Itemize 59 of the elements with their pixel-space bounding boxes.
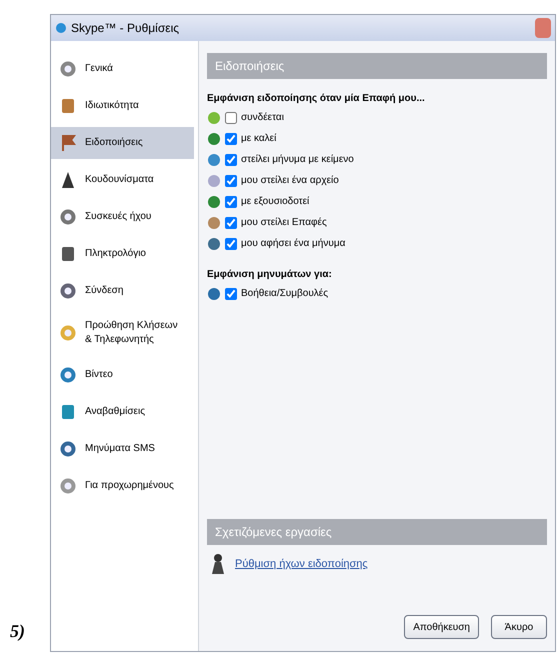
dialog-button[interactable]: Άκυρο bbox=[491, 615, 547, 639]
sidebar-item[interactable]: Κουδουνίσματα bbox=[51, 164, 194, 196]
skype-icon bbox=[55, 22, 67, 34]
status-icon bbox=[207, 174, 221, 188]
section-heading: Εμφάνιση ειδοποίησης όταν μία Επαφή μου... bbox=[207, 92, 426, 106]
circle-icon bbox=[59, 60, 77, 78]
section-heading: Εμφάνιση μηνυμάτων για: bbox=[207, 268, 333, 282]
square-icon bbox=[59, 245, 77, 263]
status-icon bbox=[207, 194, 221, 208]
square-icon bbox=[59, 97, 77, 115]
checkbox-label: συνδέεται bbox=[241, 111, 284, 125]
sidebar-item[interactable]: Πληκτρολόγιο bbox=[51, 238, 194, 270]
checkbox-label: με εξουσιοδοτεί bbox=[241, 195, 310, 209]
close-button[interactable] bbox=[535, 18, 551, 38]
checkbox[interactable] bbox=[225, 174, 237, 186]
sidebar-item[interactable]: Προώθηση Κλήσεων & Τηλεφωνητής bbox=[51, 312, 194, 354]
status-icon bbox=[207, 132, 221, 146]
settings-link[interactable]: Ρύθμιση ήχων ειδοποίησης bbox=[235, 556, 368, 572]
checkbox[interactable] bbox=[225, 132, 237, 144]
checkbox[interactable] bbox=[225, 238, 237, 250]
sidebar-item[interactable]: Σύνδεση bbox=[51, 275, 194, 307]
status-icon bbox=[207, 152, 221, 166]
checkbox-label: Βοήθεια/Συμβουλές bbox=[241, 287, 328, 301]
circle-icon bbox=[59, 440, 77, 458]
dialog-button[interactable]: Αποθήκευση bbox=[404, 615, 479, 639]
sidebar-item[interactable]: Αναβαθμίσεις bbox=[51, 396, 194, 428]
checkbox[interactable] bbox=[225, 154, 237, 166]
circle-icon bbox=[59, 282, 77, 300]
circle-icon bbox=[59, 477, 77, 495]
status-icon bbox=[207, 236, 221, 250]
square-icon bbox=[59, 403, 77, 421]
status-icon bbox=[207, 216, 221, 230]
checkbox[interactable] bbox=[225, 216, 237, 228]
checkbox-label: με καλεί bbox=[241, 132, 276, 146]
flag-icon bbox=[59, 134, 77, 152]
window-title: Skype™ - Ρυθμίσεις bbox=[71, 20, 180, 37]
section-header: Σχετιζόμενες εργασίες bbox=[207, 519, 547, 545]
sidebar-item[interactable]: Συσκευές ήχου bbox=[51, 201, 194, 233]
sidebar-item[interactable]: Ιδιωτικότητα bbox=[51, 90, 194, 122]
circle-icon bbox=[59, 208, 77, 226]
status-icon bbox=[207, 110, 221, 124]
status-icon bbox=[207, 286, 221, 300]
person-icon bbox=[211, 553, 227, 575]
checkbox[interactable] bbox=[225, 112, 237, 124]
sidebar-item[interactable]: Για προχωρημένους bbox=[51, 470, 194, 502]
checkbox-label: μου αφήσει ένα μήνυμα bbox=[241, 237, 346, 251]
circle-icon bbox=[59, 324, 77, 342]
checkbox[interactable] bbox=[225, 288, 237, 300]
figure-label: 5) bbox=[10, 620, 25, 643]
checkbox-label: μου στείλει Επαφές bbox=[241, 216, 327, 230]
sidebar-item[interactable]: Βίντεο bbox=[51, 359, 194, 391]
sidebar-item[interactable]: Γενικά bbox=[51, 53, 194, 85]
section-header: Ειδοποιήσεις bbox=[207, 53, 547, 79]
sidebar-item[interactable]: Ειδοποιήσεις bbox=[51, 127, 194, 159]
checkbox-label: μου στείλει ένα αρχείο bbox=[241, 174, 339, 188]
checkbox[interactable] bbox=[225, 196, 237, 208]
sidebar-item[interactable]: Μηνύματα SMS bbox=[51, 433, 194, 465]
checkbox-label: στείλει μήνυμα με κείμενο bbox=[241, 153, 354, 167]
circle-icon bbox=[59, 366, 77, 384]
